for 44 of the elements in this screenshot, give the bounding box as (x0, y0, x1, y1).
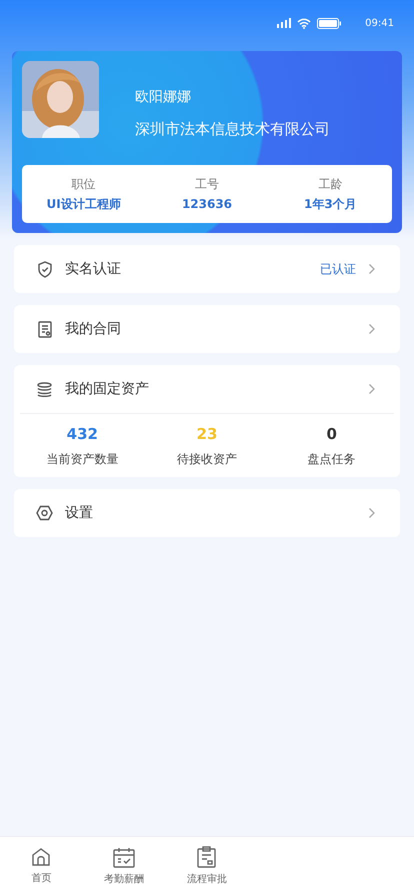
info-value: UI设计工程师 (46, 196, 121, 213)
company-name: 深圳市法本信息技术有限公司 (135, 119, 330, 140)
document-icon (38, 320, 52, 338)
asset-count: 0 (326, 424, 337, 446)
menu-label: 设置 (65, 504, 93, 522)
asset-count: 23 (196, 424, 218, 446)
info-label: 工龄 (318, 176, 342, 193)
info-label: 职位 (72, 176, 96, 193)
menu-label: 我的合同 (65, 320, 121, 338)
menu-label: 实名认证 (65, 260, 121, 278)
asset-stat[interactable]: 0 盘点任务 (269, 423, 394, 468)
wifi-icon (297, 18, 312, 28)
status-time: 09:41 (365, 16, 394, 30)
chevron-icon (368, 323, 376, 335)
home-icon (31, 847, 52, 867)
battery-icon (317, 18, 342, 28)
menu-item[interactable]: 设置 (14, 489, 400, 537)
coin-stack-icon (36, 382, 53, 396)
tab-item[interactable]: 考勤薪酬 (82, 837, 166, 896)
calendar-check-icon (113, 846, 136, 868)
tab-item[interactable]: 首页 (0, 837, 83, 896)
verified-status: 已认证 (320, 261, 356, 278)
info-label: 工号 (194, 176, 219, 193)
menu-item[interactable]: 实名认证 已认证 (14, 245, 400, 293)
chevron-icon (368, 263, 376, 275)
shield-check-icon (36, 260, 52, 278)
settings-icon (36, 505, 53, 521)
chevron-icon (368, 383, 376, 395)
menu-label: 我的固定资产 (65, 380, 149, 398)
asset-label: 盘点任务 (308, 450, 356, 468)
asset-stat[interactable]: 23 待接收资产 (144, 423, 270, 468)
asset-label: 当前资产数量 (46, 450, 118, 468)
info-value: 1年3个月 (304, 196, 357, 213)
menu-item[interactable]: 我的固定资产 (14, 365, 400, 413)
chevron-icon (368, 507, 376, 519)
employee-name: 欧阳娜娜 (135, 88, 192, 107)
tab-item[interactable]: 流程审批 (166, 837, 248, 896)
asset-label: 待接收资产 (176, 450, 237, 468)
asset-count: 432 (66, 424, 98, 446)
menu-item[interactable]: 我的合同 (14, 305, 400, 353)
clipboard-icon (197, 846, 216, 868)
info-value: 123636 (182, 196, 232, 213)
asset-stat[interactable]: 432 当前资产数量 (20, 423, 145, 468)
signal-icon (277, 18, 292, 28)
